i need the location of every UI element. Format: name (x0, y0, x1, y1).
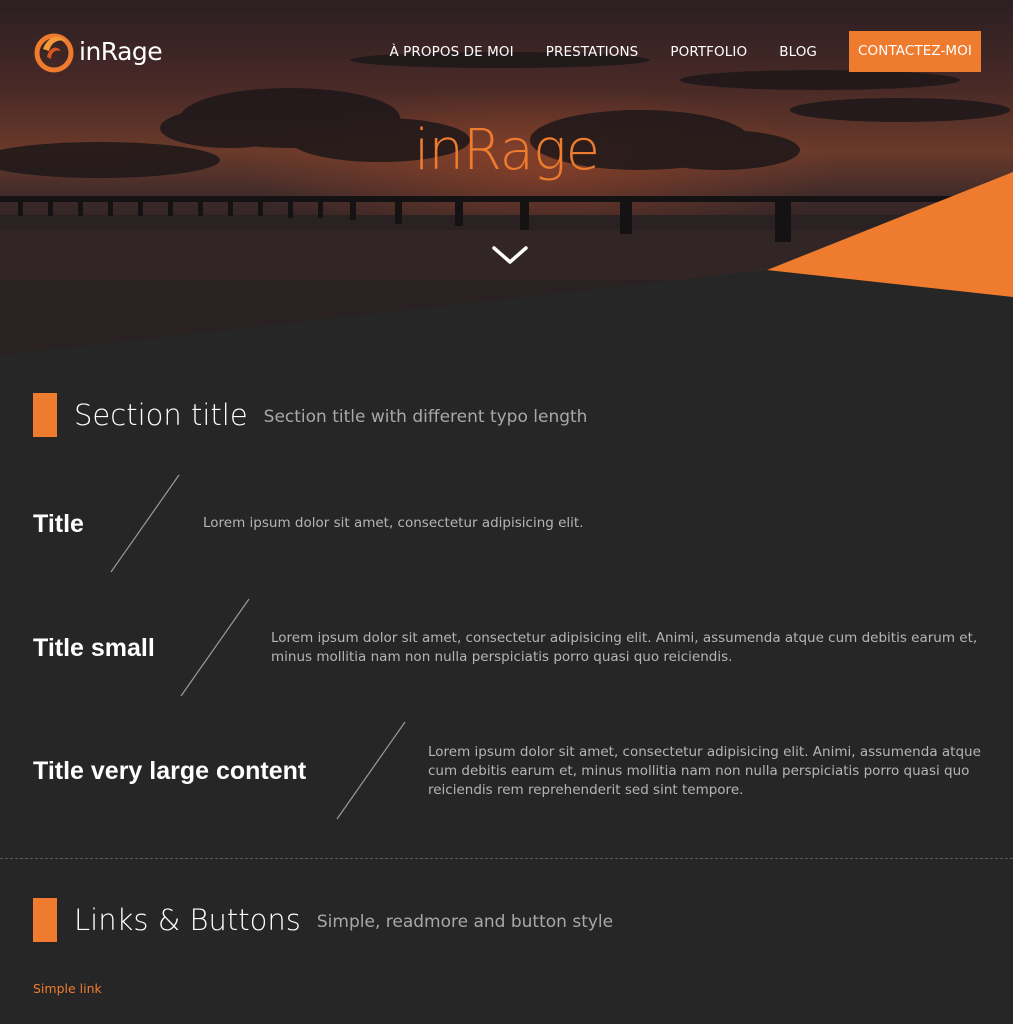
diagonal-separator (336, 721, 406, 820)
section-title: Links & Buttons (74, 903, 301, 937)
diagonal-separator (180, 598, 250, 697)
chevron-down-icon[interactable] (490, 240, 530, 270)
flame-logo-icon (34, 33, 74, 73)
section-subtitle: Section title with different typo length (263, 407, 588, 427)
main-navigation: À PROPOS DE MOI PRESTATIONS PORTFOLIO BL… (357, 31, 981, 72)
section-accent-bar (33, 898, 57, 942)
nav-item-a-propos[interactable]: À PROPOS DE MOI (389, 44, 513, 60)
row-text: Lorem ipsum dolor sit amet, consectetur … (203, 515, 584, 531)
row-text: Lorem ipsum dolor sit amet, consectetur … (428, 744, 981, 798)
row-title: Title (33, 510, 84, 538)
diagonal-separator (110, 474, 180, 573)
logo-text: inRage (79, 36, 163, 66)
nav-item-prestations[interactable]: PRESTATIONS (546, 44, 639, 60)
section-header: Section title Section title with differe… (33, 393, 587, 437)
brand-logo[interactable]: inRage (33, 27, 163, 75)
section-title: Section title (74, 398, 248, 432)
section-accent-bar (33, 393, 57, 437)
nav-item-blog[interactable]: BLOG (779, 44, 817, 60)
hero-title: inRage (413, 118, 600, 183)
row-title: Title very large content (33, 757, 307, 785)
section-subtitle: Simple, readmore and button style (316, 912, 614, 932)
row-title: Title small (33, 634, 155, 662)
contact-button[interactable]: CONTACTEZ-MOI (849, 31, 981, 72)
nav-item-portfolio[interactable]: PORTFOLIO (670, 44, 747, 60)
section-divider (0, 858, 1013, 859)
section-header: Links & Buttons Simple, readmore and but… (33, 898, 613, 942)
row-text: Lorem ipsum dolor sit amet, consectetur … (271, 630, 978, 665)
simple-link[interactable]: Simple link (33, 981, 102, 996)
